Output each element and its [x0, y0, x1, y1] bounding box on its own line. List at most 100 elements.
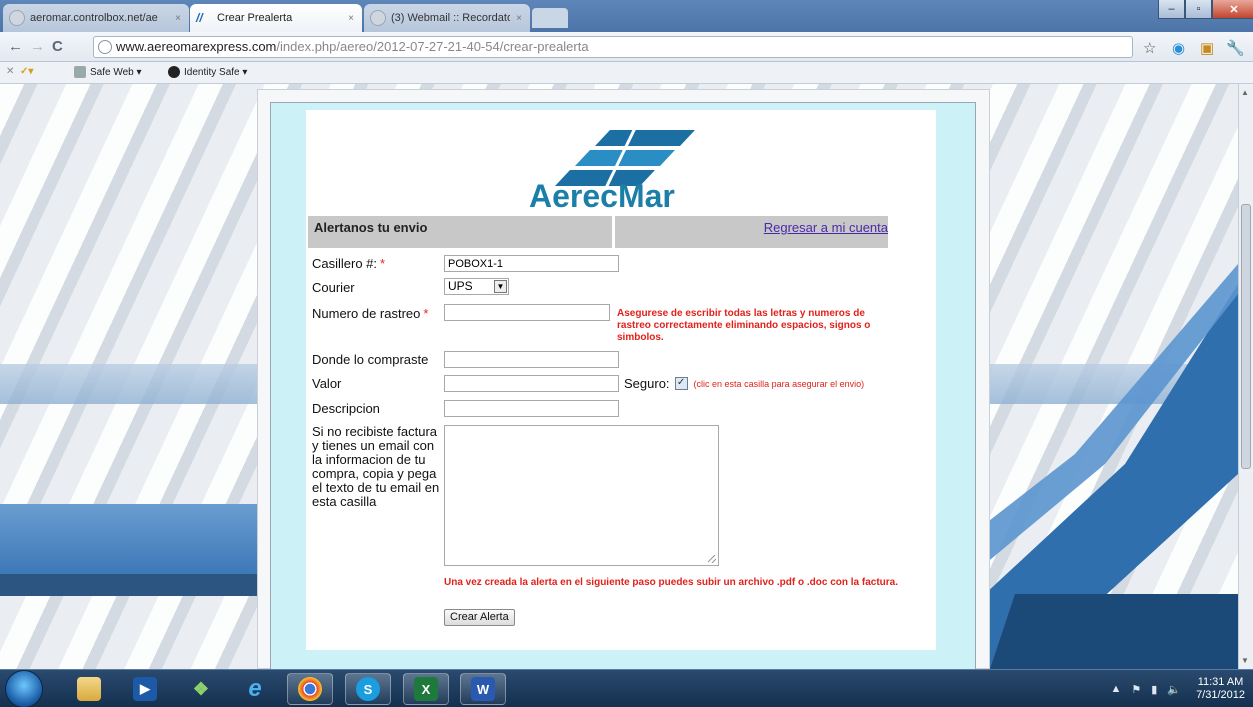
taskbar-chrome[interactable]	[287, 673, 333, 705]
description-input[interactable]	[444, 400, 619, 417]
courier-label: Courier	[312, 280, 355, 295]
chevron-down-icon: ▼	[494, 280, 507, 293]
casillero-input[interactable]	[444, 255, 619, 272]
close-window-button[interactable]: ✕	[1212, 0, 1253, 19]
window-controls: ‒ ▫ ✕	[1158, 0, 1253, 22]
site-logo-text: AerecMar	[529, 178, 675, 214]
wrench-icon[interactable]: 🔧	[1226, 39, 1245, 57]
create-alert-button[interactable]: Crear Alerta	[444, 609, 515, 626]
decor-band	[0, 364, 270, 404]
insurance-label: Seguro:	[624, 376, 670, 391]
tracking-number-input[interactable]	[444, 304, 610, 321]
tab-label: aeromar.controlbox.net/ae	[30, 12, 158, 24]
courier-selected-value: UPS	[448, 279, 473, 293]
safe-web-label: Safe Web ▾	[90, 66, 142, 78]
folder-icon	[77, 677, 101, 701]
descripcion-label: Descripcion	[312, 401, 380, 416]
globe-icon	[98, 40, 112, 54]
decor-band	[0, 504, 270, 574]
upload-note: Una vez creada la alerta en el siguiente…	[444, 577, 899, 588]
volume-icon[interactable]: 🔈	[1167, 683, 1181, 696]
url-host: www.aereomarexpress.com	[116, 39, 277, 54]
page-scrollbar[interactable]: ▲ ▼	[1238, 84, 1253, 669]
insurance-hint: (clic en esta casilla para asegurar el e…	[693, 378, 865, 389]
casillero-label: Casillero #: *	[312, 256, 385, 271]
decor-swoosh	[985, 264, 1238, 669]
back-icon[interactable]: ←	[8, 38, 23, 55]
word-icon: W	[471, 677, 495, 701]
minimize-button[interactable]: ‒	[1158, 0, 1185, 19]
taskbar-network[interactable]: ❖	[178, 673, 224, 705]
invoice-textarea[interactable]	[444, 425, 719, 566]
rastreo-label-text: Numero de rastreo	[312, 306, 421, 321]
internet-explorer-icon: e	[248, 675, 262, 702]
scrollbar-thumb[interactable]	[1241, 204, 1251, 469]
bookmarks-bar: ✕ ✓▾ Safe Web ▾ Identity Safe ▾	[0, 62, 1253, 84]
star-icon[interactable]: ☆	[1143, 39, 1156, 57]
scroll-up-icon[interactable]: ▲	[1241, 88, 1249, 97]
close-icon[interactable]: ×	[348, 13, 354, 24]
taskbar-explorer[interactable]	[66, 673, 112, 705]
required-marker: *	[423, 306, 429, 321]
taskbar-internet-explorer[interactable]: e	[232, 673, 278, 705]
valor-label: Valor	[312, 376, 342, 391]
maximize-button[interactable]: ▫	[1185, 0, 1212, 19]
new-tab-button[interactable]	[532, 8, 568, 28]
identity-safe-icon	[168, 66, 180, 78]
close-icon[interactable]: ×	[516, 13, 522, 24]
browser-toolbar: ← → C www.aereomarexpress.com/index.php/…	[0, 32, 1253, 62]
taskbar-media-player[interactable]: ▶	[122, 673, 168, 705]
extension-icon[interactable]: ▣	[1200, 39, 1214, 57]
courier-select[interactable]: UPS ▼	[444, 278, 509, 295]
page-icon	[9, 10, 25, 26]
clock-date: 7/31/2012	[1196, 689, 1245, 701]
address-bar[interactable]: www.aereomarexpress.com/index.php/aereo/…	[93, 36, 1133, 58]
identity-safe-menu[interactable]: Identity Safe ▾	[168, 66, 247, 78]
taskbar-skype[interactable]: S	[345, 673, 391, 705]
reload-icon[interactable]: C	[52, 38, 63, 55]
safe-web-menu[interactable]: Safe Web ▾	[74, 66, 142, 78]
site-favicon-icon: //	[196, 11, 203, 25]
decor-band	[0, 574, 270, 596]
identity-safe-label: Identity Safe ▾	[184, 66, 248, 78]
forward-icon[interactable]: →	[30, 38, 45, 55]
flag-icon[interactable]: ⚑	[1131, 683, 1141, 696]
url-path: /index.php/aereo/2012-07-27-21-40-54/cre…	[276, 39, 589, 54]
casillero-label-text: Casillero #:	[312, 256, 378, 271]
clock[interactable]: 11:31 AM 7/31/2012	[1196, 676, 1245, 702]
store-input[interactable]	[444, 351, 619, 368]
excel-icon: X	[414, 677, 438, 701]
tab-label: Crear Prealerta	[217, 12, 293, 24]
tab-webmail[interactable]: (3) Webmail :: Recordatori ×	[364, 4, 530, 32]
invoice-text-label: Si no recibiste factura y tienes un emai…	[312, 424, 440, 509]
tab-aeromar[interactable]: aeromar.controlbox.net/ae ×	[3, 4, 189, 32]
chrome-icon	[298, 677, 322, 701]
scroll-down-icon[interactable]: ▼	[1241, 656, 1249, 665]
norton-close-icon[interactable]: ✕	[6, 66, 14, 77]
tracking-warning: Asegurese de escribir todas las letras y…	[617, 308, 871, 343]
close-icon[interactable]: ×	[175, 13, 181, 24]
media-player-icon: ▶	[133, 677, 157, 701]
donde-label: Donde lo compraste	[312, 352, 429, 367]
system-tray: ▲ ⚑ ▮ 🔈 11:31 AM 7/31/2012	[1106, 674, 1245, 704]
tab-label: (3) Webmail :: Recordatori	[391, 12, 511, 24]
tab-strip: aeromar.controlbox.net/ae × // Crear Pre…	[0, 0, 1253, 32]
start-button[interactable]	[6, 671, 42, 707]
page-icon	[370, 10, 386, 26]
insurance-checkbox[interactable]: ✓	[674, 377, 688, 390]
insurance-group: Seguro: ✓ (clic en esta casilla para ase…	[624, 376, 864, 391]
back-to-account-link[interactable]: Regresar a mi cuenta	[764, 220, 888, 235]
resize-grip-icon[interactable]	[708, 555, 716, 563]
required-marker: *	[380, 256, 386, 271]
taskbar-word[interactable]: W	[460, 673, 506, 705]
tray-expand-icon[interactable]: ▲	[1111, 683, 1122, 695]
taskbar-excel[interactable]: X	[403, 673, 449, 705]
value-input[interactable]	[444, 375, 619, 392]
norton-check-icon[interactable]: ✓▾	[20, 66, 33, 77]
tab-crear-prealerta[interactable]: // Crear Prealerta ×	[190, 4, 362, 32]
rastreo-label: Numero de rastreo *	[312, 306, 428, 321]
battery-icon[interactable]: ▮	[1151, 683, 1157, 696]
skype-extension-icon[interactable]: ◉	[1172, 39, 1185, 57]
form-title: Alertanos tu envio	[314, 220, 428, 235]
clock-time: 11:31 AM	[1197, 676, 1244, 688]
